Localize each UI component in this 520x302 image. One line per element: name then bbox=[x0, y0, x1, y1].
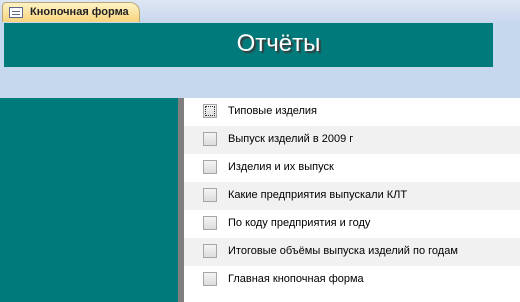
menu-item[interactable]: Какие предприятия выпускали КЛТ bbox=[184, 182, 520, 210]
document-tab-strip: Кнопочная форма bbox=[0, 0, 520, 22]
menu-item-label[interactable]: Изделия и их выпуск bbox=[228, 161, 334, 173]
page-title: Отчёты bbox=[236, 30, 321, 57]
menu-item[interactable]: Типовые изделия bbox=[184, 98, 520, 126]
menu-item[interactable]: По коду предприятия и году bbox=[184, 210, 520, 238]
document-tab-label: Кнопочная форма bbox=[30, 6, 129, 18]
menu-items: Типовые изделия Выпуск изделий в 2009 г … bbox=[184, 98, 520, 302]
form-icon bbox=[9, 7, 23, 18]
menu-item-label[interactable]: Итоговые объёмы выпуска изделий по годам bbox=[228, 245, 458, 257]
menu-item-label[interactable]: Главная кнопочная форма bbox=[228, 273, 364, 285]
form-header: Отчёты bbox=[4, 23, 493, 67]
menu-item-button[interactable] bbox=[203, 104, 217, 118]
menu-item-label[interactable]: Типовые изделия bbox=[228, 105, 317, 117]
menu-item-button[interactable] bbox=[203, 216, 217, 230]
menu-item-button[interactable] bbox=[203, 160, 217, 174]
menu-item[interactable]: Выпуск изделий в 2009 г bbox=[184, 126, 520, 154]
left-panel bbox=[0, 98, 178, 302]
document-tab[interactable]: Кнопочная форма bbox=[2, 2, 140, 22]
menu-item-button[interactable] bbox=[203, 272, 217, 286]
switchboard-form: Отчёты Типовые изделия Выпуск изделий в … bbox=[0, 22, 520, 302]
menu-item[interactable]: Итоговые объёмы выпуска изделий по годам bbox=[184, 238, 520, 266]
menu-item-button[interactable] bbox=[203, 132, 217, 146]
menu-item-label[interactable]: Какие предприятия выпускали КЛТ bbox=[228, 189, 407, 201]
menu-item[interactable]: Главная кнопочная форма bbox=[184, 266, 520, 294]
menu-item[interactable]: Изделия и их выпуск bbox=[184, 154, 520, 182]
menu-item-button[interactable] bbox=[203, 188, 217, 202]
menu-item-button[interactable] bbox=[203, 244, 217, 258]
menu-item-label[interactable]: По коду предприятия и году bbox=[228, 217, 370, 229]
menu-item-label[interactable]: Выпуск изделий в 2009 г bbox=[228, 133, 353, 145]
